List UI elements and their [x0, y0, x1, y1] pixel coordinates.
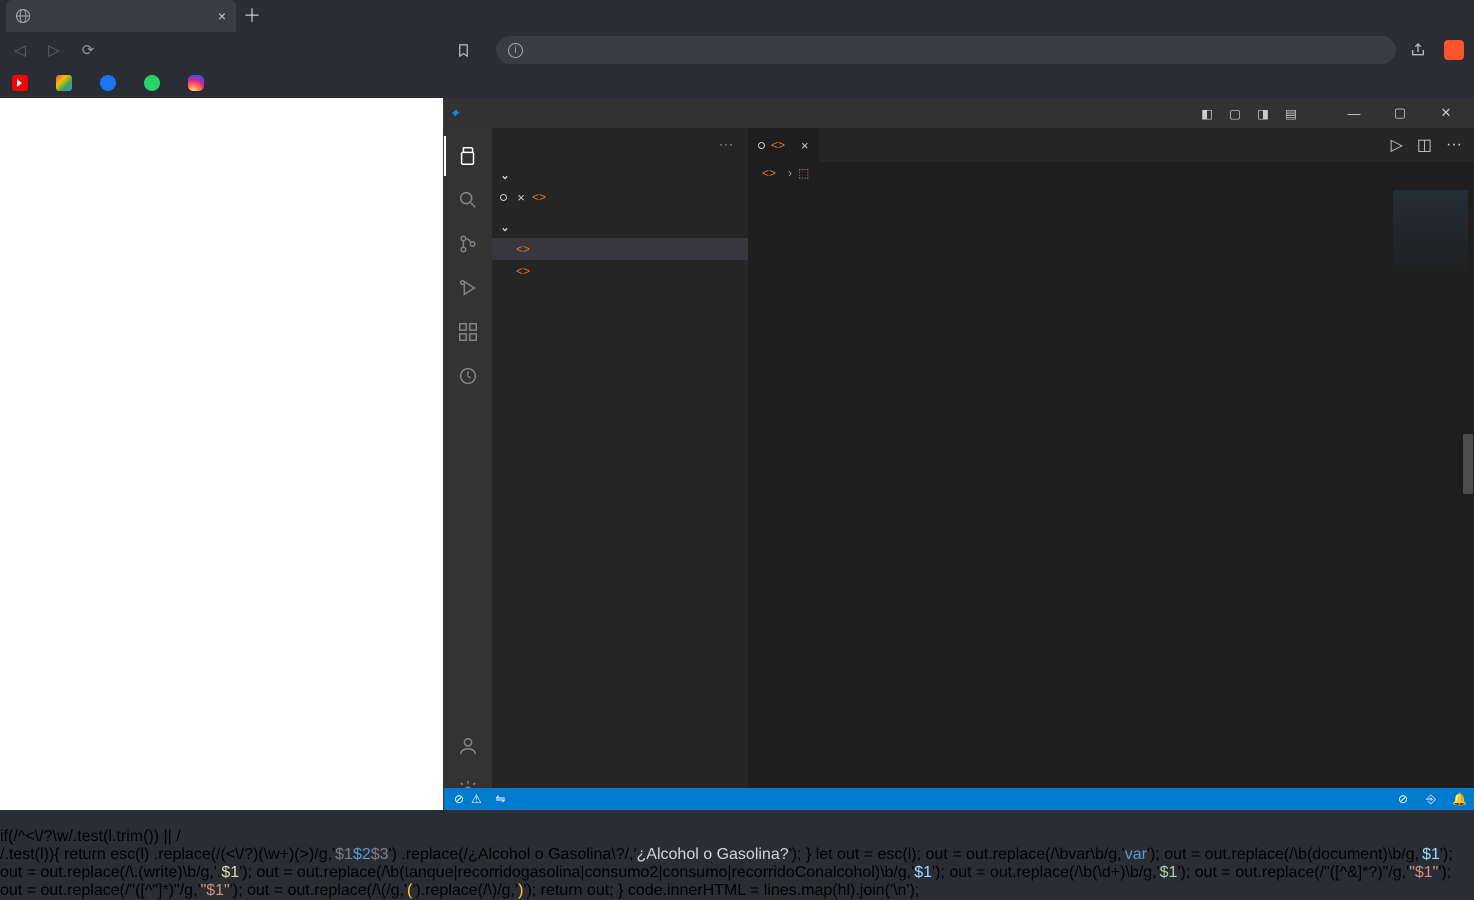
html-file-icon: <> [516, 264, 530, 278]
url-bar[interactable]: i [496, 36, 1396, 64]
rendered-page [0, 98, 444, 810]
maximize-icon[interactable]: ▢ [1380, 105, 1420, 121]
more-icon[interactable]: ··· [1446, 136, 1462, 154]
brave-shields-icon[interactable] [1444, 40, 1464, 60]
code-content[interactable] [798, 184, 1386, 810]
vertical-scrollbar[interactable] [1462, 184, 1474, 810]
bookmark-instagram[interactable] [188, 75, 210, 91]
file-row[interactable]: <> [492, 260, 748, 282]
activity-scm-icon[interactable] [444, 224, 492, 264]
toggle-secondary-icon[interactable]: ◨ [1254, 106, 1272, 121]
instagram-icon [188, 75, 204, 91]
activity-explorer-icon[interactable] [444, 136, 492, 176]
activity-search-icon[interactable] [444, 180, 492, 220]
vscode-logo-icon: ⌖ [451, 106, 461, 121]
globe-icon [16, 9, 30, 23]
editor-area: <> × ▷ ◫ ··· <> › ⬚ [748, 128, 1474, 810]
browser-chrome: × ＋ ◁ ▷ ⟳ i [0, 0, 1474, 98]
status-errors[interactable]: ⊘ ⚠ [452, 792, 483, 806]
activity-extensions-icon[interactable] [444, 312, 492, 352]
minimize-icon[interactable]: — [1334, 106, 1374, 121]
explorer-panel: ··· ⌄ × <> ⌄ <> [492, 128, 748, 810]
activity-debug-icon[interactable] [444, 268, 492, 308]
bookmarks-bar [0, 68, 1474, 98]
bookmark-whatsapp[interactable] [144, 75, 166, 91]
folder-section: ⌄ <> <> [492, 212, 748, 286]
reload-icon[interactable]: ⟳ [78, 41, 98, 59]
html-file-icon: <> [762, 166, 776, 180]
editor-tabs: <> × ▷ ◫ ··· [748, 128, 1474, 162]
bookmark-facebook[interactable] [100, 75, 122, 91]
back-icon[interactable]: ◁ [10, 41, 30, 59]
split-container: ⌖ ◧ ▢ ◨ ▤ — ▢ ✕ [0, 98, 1474, 810]
close-icon[interactable]: × [801, 138, 809, 153]
minimap[interactable] [1386, 184, 1474, 810]
status-bar: ⊘ ⚠ ⇋ ⊘ ⎆ 🔔 [444, 788, 1474, 810]
html-file-icon: <> [532, 190, 546, 204]
bookmark-youtube[interactable] [12, 75, 34, 91]
layout-grid-icon[interactable]: ▤ [1282, 106, 1300, 121]
editor-tab-actions: ▷ ◫ ··· [1391, 128, 1474, 162]
new-tab-button[interactable]: ＋ [236, 0, 268, 32]
tab-strip: × ＋ [0, 0, 1474, 32]
share-icon[interactable] [1410, 42, 1430, 58]
modified-dot-icon [500, 194, 507, 201]
chevron-down-icon: ⌄ [498, 169, 512, 182]
editor-tab[interactable]: <> × [748, 128, 820, 162]
facebook-icon [100, 75, 116, 91]
vscode-window: ⌖ ◧ ▢ ◨ ▤ — ▢ ✕ [444, 98, 1474, 810]
whatsapp-icon [144, 75, 160, 91]
vscode-titlebar[interactable]: ⌖ ◧ ▢ ◨ ▤ — ▢ ✕ [444, 98, 1474, 128]
layout-icons: ◧ ▢ ◨ ▤ [1198, 106, 1300, 121]
html-file-icon: <> [771, 138, 785, 152]
open-editors-title[interactable]: ⌄ [492, 164, 748, 186]
youtube-icon [12, 75, 28, 91]
folder-title[interactable]: ⌄ [492, 216, 748, 238]
nav-bar: ◁ ▷ ⟳ i [0, 32, 1474, 68]
line-gutter [748, 184, 798, 810]
status-liveserver[interactable]: ⊘ [1396, 792, 1410, 806]
explorer-more-icon[interactable]: ··· [719, 137, 734, 151]
window-controls: — ▢ ✕ [1334, 105, 1466, 121]
run-icon[interactable]: ▷ [1391, 135, 1403, 155]
chevron-down-icon: ⌄ [498, 221, 512, 234]
site-info-icon[interactable]: i [508, 43, 523, 58]
toggle-panel-icon[interactable]: ▢ [1226, 106, 1244, 121]
gmail-icon [56, 75, 72, 91]
close-icon[interactable]: × [514, 190, 528, 205]
status-feedback-icon[interactable]: ⎆ [1424, 792, 1438, 807]
status-prettier-icon[interactable]: ⇋ [493, 792, 507, 806]
status-bell-icon[interactable]: 🔔 [1452, 792, 1466, 806]
forward-icon[interactable]: ▷ [44, 41, 64, 59]
symbol-icon: ⬚ [798, 166, 809, 180]
breadcrumb[interactable]: <> › ⬚ [748, 162, 1474, 184]
chevron-right-icon: › [788, 166, 792, 180]
close-icon[interactable]: × [218, 8, 226, 24]
open-editors-section: ⌄ × <> [492, 160, 748, 212]
bookmark-icon[interactable] [456, 43, 476, 58]
activity-accounts-icon[interactable] [444, 726, 492, 766]
explorer-header: ··· [492, 128, 748, 160]
browser-tab[interactable]: × [6, 0, 236, 32]
html-file-icon: <> [516, 242, 530, 256]
open-editor-row[interactable]: × <> [492, 186, 748, 208]
activity-bar [444, 128, 492, 810]
close-window-icon[interactable]: ✕ [1426, 105, 1466, 121]
modified-dot-icon [758, 142, 765, 149]
activity-timeline-icon[interactable] [444, 356, 492, 396]
toggle-sidebar-icon[interactable]: ◧ [1198, 106, 1216, 121]
vscode-body: ··· ⌄ × <> ⌄ <> [444, 128, 1474, 810]
bookmark-gmail[interactable] [56, 75, 78, 91]
file-row[interactable]: <> [492, 238, 748, 260]
split-editor-icon[interactable]: ◫ [1417, 135, 1432, 155]
code-editor[interactable] [748, 184, 1474, 810]
